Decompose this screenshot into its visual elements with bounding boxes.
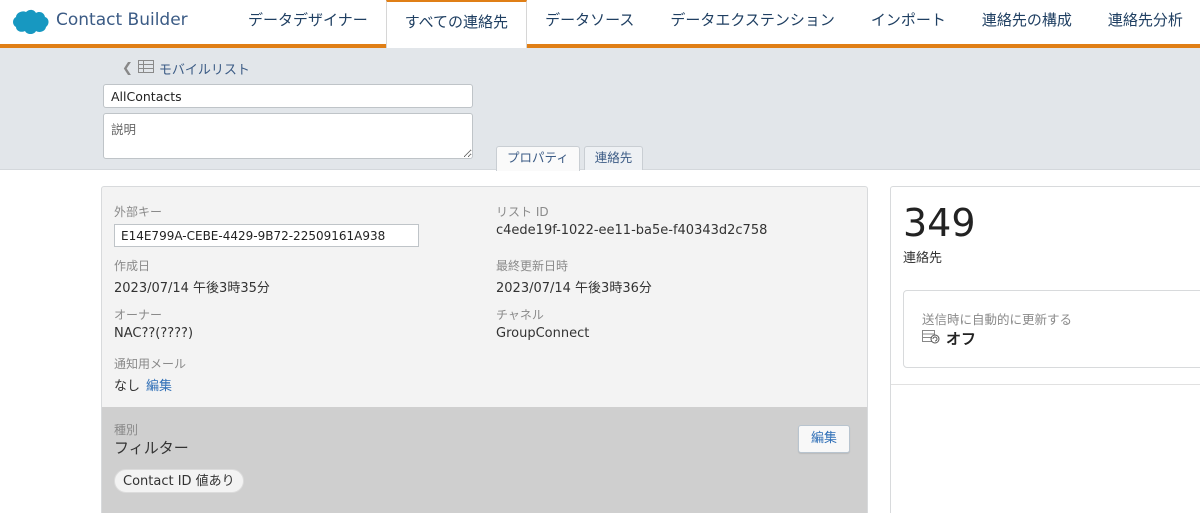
tab-contact-configuration[interactable]: 連絡先の構成 bbox=[964, 0, 1090, 44]
owner-value: NAC??(????) bbox=[114, 326, 194, 341]
summary-divider bbox=[891, 384, 1200, 385]
salesforce-logo[interactable] bbox=[10, 8, 50, 40]
filter-pill: Contact ID 値あり bbox=[114, 469, 244, 493]
list-id-field: リスト ID c4ede19f-1022-ee11-ba5e-f40343d2c… bbox=[496, 203, 767, 238]
auto-update-card: 送信時に自動的に更新する オフ bbox=[903, 290, 1200, 368]
tab-contact-analytics[interactable]: 連絡先分析 bbox=[1090, 0, 1200, 44]
description-placeholder: 説明 bbox=[111, 122, 137, 137]
auto-update-status: オフ bbox=[922, 328, 976, 349]
auto-update-label: 送信時に自動的に更新する bbox=[922, 312, 1073, 327]
created-field: 作成日 2023/07/14 午後3時35分 bbox=[114, 257, 270, 296]
kind-section: 種別 フィルター 編集 Contact ID 値あり bbox=[102, 407, 867, 513]
tab-data-sources[interactable]: データソース bbox=[527, 0, 652, 44]
nav-tabs: データデザイナー すべての連絡先 データソース データエクステンション インポー… bbox=[230, 0, 1200, 48]
modified-field: 最終更新日時 2023/07/14 午後3時36分 bbox=[496, 257, 652, 296]
notify-email-field: 通知用メール なし 編集 bbox=[114, 355, 186, 394]
tab-all-contacts[interactable]: すべての連絡先 bbox=[385, 0, 528, 48]
notify-email-value: なし bbox=[114, 379, 141, 394]
contact-count: 349 bbox=[903, 201, 976, 245]
tab-data-extensions[interactable]: データエクステンション bbox=[652, 0, 853, 44]
breadcrumb[interactable]: ❮ モバイルリスト bbox=[122, 59, 250, 78]
contact-count-label: 連絡先 bbox=[903, 251, 943, 266]
external-key-input[interactable] bbox=[114, 224, 419, 247]
edit-button[interactable]: 編集 bbox=[798, 425, 850, 453]
list-header: ❮ モバイルリスト 説明 プロパティ 連絡先 bbox=[0, 48, 1200, 171]
notify-email-edit-link[interactable]: 編集 bbox=[146, 379, 172, 394]
owner-label: オーナー bbox=[114, 308, 163, 322]
list-name-input[interactable] bbox=[103, 84, 473, 108]
modified-label: 最終更新日時 bbox=[496, 259, 569, 273]
description-field[interactable] bbox=[103, 113, 473, 159]
list-id-label: リスト ID bbox=[496, 205, 549, 219]
app-title[interactable]: Contact Builder bbox=[56, 10, 188, 30]
chevron-left-icon: ❮ bbox=[122, 61, 133, 76]
tab-data-designer[interactable]: データデザイナー bbox=[230, 0, 386, 44]
properties-panel: 外部キー リスト ID c4ede19f-1022-ee11-ba5e-f403… bbox=[101, 186, 868, 513]
auto-update-value: オフ bbox=[946, 330, 977, 348]
breadcrumb-label[interactable]: モバイルリスト bbox=[159, 59, 250, 78]
subtab-contacts[interactable]: 連絡先 bbox=[583, 146, 644, 170]
detail-subtabs: プロパティ 連絡先 bbox=[496, 146, 644, 171]
channel-value: GroupConnect bbox=[496, 326, 590, 341]
summary-panel: 349 連絡先 送信時に自動的に更新する オフ bbox=[890, 186, 1200, 513]
tab-import[interactable]: インポート bbox=[853, 0, 964, 44]
channel-field: チャネル GroupConnect bbox=[496, 306, 589, 341]
external-key-field: 外部キー bbox=[114, 203, 419, 247]
list-id-value: c4ede19f-1022-ee11-ba5e-f40343d2c758 bbox=[496, 223, 768, 238]
list-icon bbox=[137, 60, 154, 77]
top-navigation: Contact Builder データデザイナー すべての連絡先 データソース … bbox=[0, 0, 1200, 48]
kind-value: フィルター bbox=[114, 439, 189, 457]
subtab-properties[interactable]: プロパティ bbox=[496, 146, 580, 171]
kind-label: 種別 bbox=[114, 423, 139, 437]
created-label: 作成日 bbox=[114, 259, 151, 273]
modified-value: 2023/07/14 午後3時36分 bbox=[496, 281, 652, 296]
notify-email-label: 通知用メール bbox=[114, 357, 187, 371]
channel-label: チャネル bbox=[496, 308, 544, 322]
refresh-table-icon bbox=[922, 329, 940, 348]
owner-field: オーナー NAC??(????) bbox=[114, 306, 193, 341]
external-key-label: 外部キー bbox=[114, 205, 163, 219]
created-value: 2023/07/14 午後3時35分 bbox=[114, 281, 270, 296]
